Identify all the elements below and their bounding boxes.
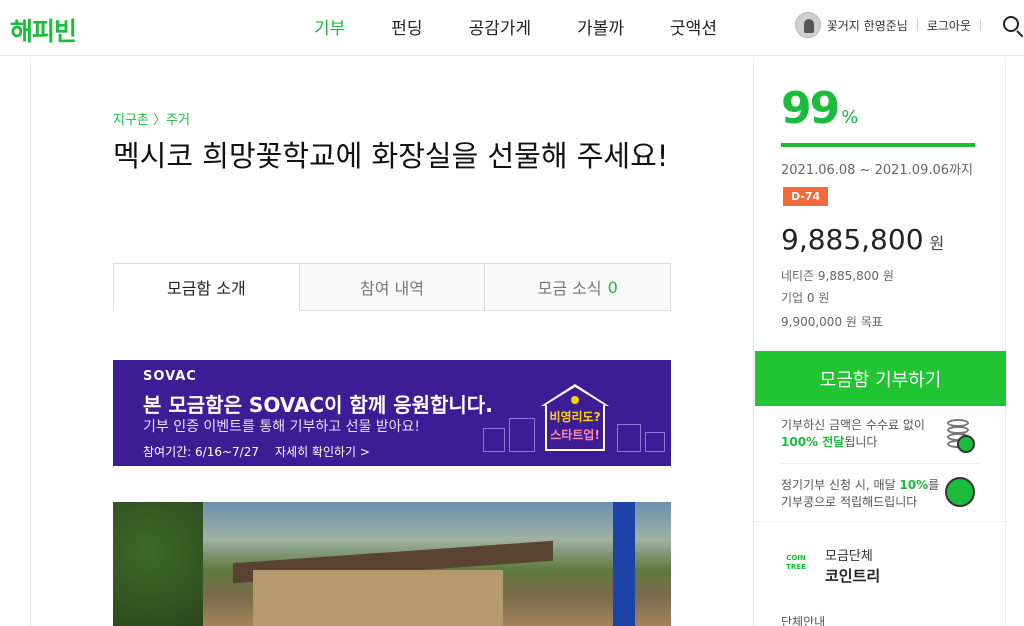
tab-participation[interactable]: 참여 내역 — [299, 263, 486, 311]
goal-amount: 9,900,000 원 목표 — [781, 315, 883, 329]
bean-icon — [945, 477, 975, 507]
tab-introduction[interactable]: 모금함 소개 — [113, 263, 300, 311]
regular-donation-info: 정기기부 신청 시, 매달 10%를 기부콩으로 적립해드립니다 — [781, 477, 939, 511]
news-count: 0 — [607, 277, 618, 297]
main-nav: 기부 펀딩 공감가게 가볼까 굿액션 — [314, 14, 763, 39]
divider — [980, 19, 981, 31]
page-title: 멕시코 희망꽃학교에 화장실을 선물해 주세요! — [113, 139, 669, 173]
organization-name[interactable]: 코인트리 — [825, 565, 880, 586]
happybean-logo[interactable]: 해피빈 — [10, 12, 77, 48]
info-text: 기부콩으로 적립해드립니다 — [781, 495, 918, 509]
company-amount: 기업 0 원 — [781, 291, 830, 305]
breadcrumb[interactable]: 지구촌 〉주거 — [113, 109, 190, 128]
divider — [755, 521, 1006, 522]
info-text: 기부하신 금액은 수수료 없이 — [781, 418, 925, 432]
dday-badge: D-74 — [783, 187, 829, 206]
info-text: 를 — [928, 478, 940, 492]
divider — [916, 19, 918, 31]
coins-icon — [943, 417, 977, 455]
nav-item-visit[interactable]: 가볼까 — [577, 14, 624, 39]
house-icon: 비영리도? 스타트업! — [537, 384, 613, 454]
campaign-period: 2021.06.08 ~ 2021.09.06까지 — [781, 163, 973, 178]
banner-details-link[interactable]: 자세히 확인하기 > — [275, 443, 370, 460]
banner-period: 참여기간: 6/16~7/27 — [143, 445, 259, 459]
building-illustration — [645, 432, 665, 452]
donation-summary: 99% 2021.06.08 ~ 2021.09.06까지 D-74 9,885… — [755, 57, 1006, 626]
lightbulb-icon — [571, 396, 579, 404]
organization-label: 모금단체 — [825, 549, 873, 564]
avatar[interactable] — [794, 12, 821, 38]
donate-button[interactable]: 모금함 기부하기 — [755, 351, 1006, 406]
tab-news[interactable]: 모금 소식 0 — [485, 263, 672, 311]
nav-item-store[interactable]: 공감가게 — [469, 14, 532, 39]
amount-value: 9,885,800 — [781, 223, 924, 256]
percent-sign: % — [841, 107, 859, 128]
building-illustration — [483, 428, 505, 452]
sovac-banner[interactable]: SOVAC 본 모금함은 SOVAC이 함께 응원합니다. 기부 인증 이벤트를… — [113, 360, 671, 466]
tab-label: 참여 내역 — [360, 279, 424, 298]
progress-bar — [781, 143, 977, 147]
organization-logo[interactable]: COIN TREE — [781, 549, 811, 579]
info-text: 됩니다 — [844, 435, 878, 449]
info-highlight: 100% 전달 — [781, 435, 845, 449]
nav-item-donate[interactable]: 기부 — [314, 14, 345, 39]
building-illustration — [617, 424, 641, 452]
progress-fill — [781, 143, 976, 147]
progress-percent: 99% — [781, 83, 858, 134]
fee-free-info: 기부하신 금액은 수수료 없이 100% 전달됩니다 — [781, 417, 925, 451]
top-header: 해피빈 기부 펀딩 공감가게 가볼까 굿액션 꽃거지 한영준님 로그아웃 — [0, 0, 1024, 56]
netizen-amount: 네티즌 9,885,800 원 — [781, 269, 894, 283]
info-highlight: 10% — [899, 478, 929, 492]
organization-info-link[interactable]: 단체안내 — [781, 613, 825, 626]
banner-badge-line2: 스타트업! — [550, 428, 600, 442]
banner-headline: 본 모금함은 SOVAC이 함께 응원합니다. — [143, 393, 493, 417]
tab-label: 모금함 소개 — [166, 279, 246, 298]
raised-amount: 9,885,800 원 — [781, 223, 944, 256]
campaign-tabs: 모금함 소개 참여 내역 모금 소식 0 — [113, 263, 672, 311]
nav-item-funding[interactable]: 펀딩 — [391, 14, 422, 39]
campaign-main: 지구촌 〉주거 멕시코 희망꽃학교에 화장실을 선물해 주세요! 모금함 소개 … — [30, 57, 754, 626]
search-icon[interactable] — [1000, 13, 1024, 38]
banner-badge-line1: 비영리도? — [549, 410, 601, 424]
user-area: 꽃거지 한영준님 로그아웃 — [794, 12, 1024, 38]
logout-link[interactable]: 로그아웃 — [927, 17, 971, 34]
nav-item-good-action[interactable]: 굿액션 — [670, 14, 717, 39]
amount-unit: 원 — [929, 234, 945, 253]
campaign-photo — [113, 502, 671, 626]
sovac-logo: SOVAC — [143, 369, 197, 384]
divider — [781, 463, 979, 464]
building-illustration — [509, 418, 535, 452]
percent-value: 99 — [781, 83, 840, 134]
tab-label: 모금 소식 — [537, 279, 602, 298]
banner-subtitle: 기부 인증 이벤트를 통해 기부하고 선물 받아요! — [143, 419, 421, 435]
info-text: 정기기부 신청 시, 매달 — [781, 478, 900, 492]
user-name[interactable]: 꽃거지 한영준님 — [827, 17, 908, 34]
